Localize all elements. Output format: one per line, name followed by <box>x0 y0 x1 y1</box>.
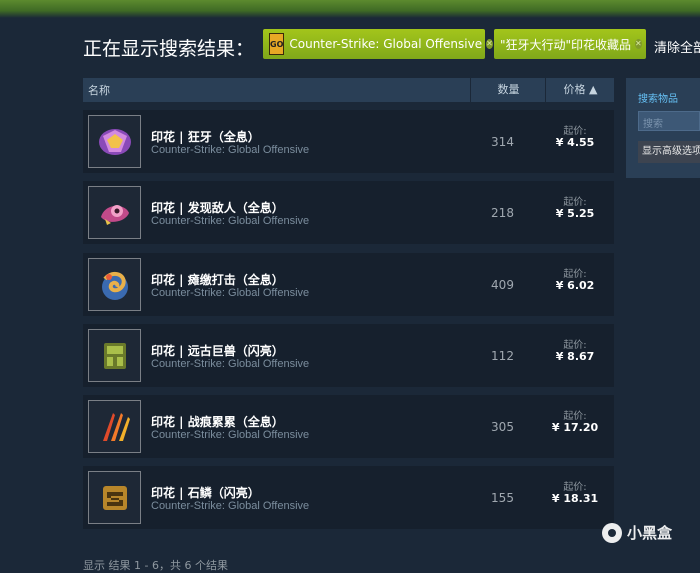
sticker-enemy-spotted-holo-icon <box>100 204 129 225</box>
item-quantity: 112 <box>491 349 514 363</box>
csgo-logo-icon: GO <box>269 33 285 55</box>
column-header-name[interactable]: 名称 <box>88 82 110 98</box>
item-name[interactable]: 印花 | 狂牙（全息） <box>151 128 260 145</box>
item-game: Counter-Strike: Global Offensive <box>151 358 310 370</box>
sticker-thumbnail <box>88 471 141 524</box>
filter-tag-label: Counter-Strike: Global Offensive <box>289 37 483 51</box>
price-label: 起价: <box>563 126 587 137</box>
item-name[interactable]: 印花 | 发现敌人（全息） <box>151 199 284 216</box>
filter-tag-label: "狂牙大行动"印花收藏品 <box>500 37 632 52</box>
sticker-ancient-beast-foil-icon <box>103 342 126 369</box>
item-game: Counter-Strike: Global Offensive <box>151 215 310 227</box>
item-name[interactable]: 印花 | 远古巨兽（闪亮） <box>151 342 284 359</box>
search-results-list: 名称 数量 价格 ▲ 印花 | 狂牙（全息） Counter-Strike: G… <box>83 78 614 529</box>
sticker-coiled-strike-holo-icon <box>101 271 128 300</box>
item-quantity: 305 <box>491 420 514 434</box>
item-price: ¥ 18.31 <box>551 492 599 505</box>
item-game: Counter-Strike: Global Offensive <box>151 429 310 441</box>
advanced-options-button[interactable]: 显示高级选项 <box>638 141 700 163</box>
item-price: ¥ 6.02 <box>555 279 595 292</box>
sticker-thumbnail <box>88 258 141 311</box>
item-price: ¥ 4.55 <box>555 136 595 149</box>
column-header-price[interactable]: 价格 ▲ <box>545 78 615 102</box>
filter-tag-collection[interactable]: "狂牙大行动"印花收藏品 ✕ <box>494 29 646 59</box>
item-game: Counter-Strike: Global Offensive <box>151 144 310 156</box>
results-count: 显示 结果 1 - 6，共 6 个结果 <box>83 559 228 572</box>
listing-row[interactable]: 印花 | 石鳞（闪亮） Counter-Strike: Global Offen… <box>83 466 614 529</box>
sticker-broken-fang-holo-icon <box>98 128 131 155</box>
price-label: 起价: <box>563 340 587 351</box>
item-name[interactable]: 印花 | 瘫缴打击（全息） <box>151 271 284 288</box>
column-header-quantity[interactable]: 数量 <box>470 78 546 102</box>
item-quantity: 218 <box>491 206 514 220</box>
listing-row[interactable]: 印花 | 瘫缴打击（全息） Counter-Strike: Global Off… <box>83 253 614 316</box>
sidebar-search-label: 搜索物品 <box>638 94 678 105</box>
listing-row[interactable]: 印花 | 发现敌人（全息） Counter-Strike: Global Off… <box>83 181 614 244</box>
price-label: 起价: <box>563 197 587 208</box>
clear-all-link[interactable]: 清除全部 <box>654 37 700 56</box>
search-input[interactable]: 搜索 <box>638 111 700 131</box>
remove-filter-icon[interactable]: ✕ <box>635 39 642 49</box>
item-quantity: 314 <box>491 135 514 149</box>
price-label: 起价: <box>563 411 587 422</box>
item-price: ¥ 17.20 <box>551 421 599 434</box>
xiaoheihe-logo-icon <box>602 522 622 543</box>
listing-row[interactable]: 印花 | 战痕累累（全息） Counter-Strike: Global Off… <box>83 395 614 458</box>
price-label: 起价: <box>563 269 587 280</box>
results-title: 正在显示搜索结果： <box>83 38 255 60</box>
sticker-stone-scales-foil-icon <box>102 485 127 510</box>
item-quantity: 155 <box>491 491 514 505</box>
watermark-text: 小黑盒 <box>627 524 673 542</box>
item-quantity: 409 <box>491 278 514 292</box>
item-game: Counter-Strike: Global Offensive <box>151 500 310 512</box>
results-header: 名称 数量 价格 ▲ <box>83 78 614 102</box>
sticker-battle-scarred-holo-icon <box>102 412 130 441</box>
item-game: Counter-Strike: Global Offensive <box>151 287 310 299</box>
price-label: 起价: <box>563 482 587 493</box>
item-price: ¥ 5.25 <box>555 207 595 220</box>
sticker-thumbnail <box>88 115 141 168</box>
item-name[interactable]: 印花 | 战痕累累（全息） <box>151 413 284 430</box>
item-name[interactable]: 印花 | 石鳞（闪亮） <box>151 484 260 501</box>
sticker-thumbnail <box>88 186 141 239</box>
listing-row[interactable]: 印花 | 狂牙（全息） Counter-Strike: Global Offen… <box>83 110 614 173</box>
watermark: 小黑盒 <box>602 522 672 543</box>
listing-row[interactable]: 印花 | 远古巨兽（闪亮） Counter-Strike: Global Off… <box>83 324 614 387</box>
sticker-thumbnail <box>88 329 141 382</box>
remove-filter-icon[interactable]: ✕ <box>486 39 493 49</box>
search-sidebar: 搜索物品 搜索 显示高级选项 <box>626 78 700 178</box>
sticker-thumbnail <box>88 400 141 453</box>
top-banner-strip <box>0 0 700 18</box>
filter-tag-game[interactable]: GO Counter-Strike: Global Offensive ✕ <box>263 29 493 59</box>
item-price: ¥ 8.67 <box>555 350 595 363</box>
